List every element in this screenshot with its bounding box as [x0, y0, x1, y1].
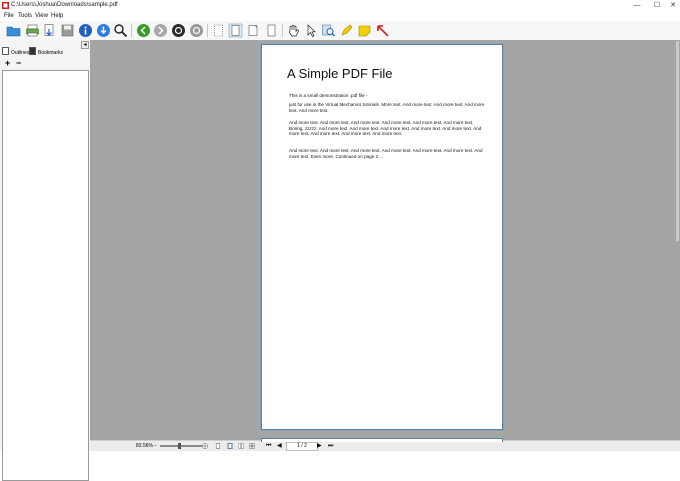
menu-tools[interactable]: Tools — [18, 11, 32, 21]
window-title: C:\Users\Joshua\Downloads\sample.pdf — [11, 2, 118, 8]
sticky-note-icon[interactable] — [357, 23, 372, 38]
zoom-tool-icon[interactable] — [321, 23, 336, 38]
status-bar: 83.56% − ⏮ ◀ 1 / 2 ▶ ⏭ — [90, 438, 680, 451]
search-icon[interactable] — [113, 23, 128, 38]
zoom-in-button[interactable] — [202, 443, 208, 449]
rotate-left-icon[interactable] — [171, 23, 186, 38]
extract-pages-icon[interactable] — [42, 23, 57, 38]
rotate-page-right-icon[interactable] — [246, 23, 261, 38]
tab-bookmarks[interactable]: Bookmarks — [29, 47, 63, 58]
print-icon[interactable] — [25, 23, 40, 38]
app-icon — [2, 2, 9, 9]
arrow-annotation-icon[interactable] — [375, 23, 390, 38]
download-icon[interactable] — [96, 23, 111, 38]
two-page-view-icon[interactable] — [238, 443, 244, 449]
info-icon[interactable] — [78, 23, 93, 38]
open-folder-icon[interactable] — [6, 23, 21, 38]
forward-icon[interactable] — [153, 23, 168, 38]
document-viewer[interactable]: A Simple PDF File This is a small demons… — [90, 40, 680, 440]
page-icon[interactable] — [264, 23, 279, 38]
back-icon[interactable] — [136, 23, 151, 38]
bookmark-icon — [29, 47, 36, 55]
document-paragraph: And more text. And more text. And more t… — [289, 120, 482, 137]
document-paragraph: just for use in the Virtual Mechanics tu… — [289, 102, 485, 113]
vertical-scrollbar[interactable] — [676, 41, 679, 241]
pdf-page: A Simple PDF File This is a small demons… — [261, 44, 503, 430]
outline-tree[interactable] — [2, 70, 89, 481]
facing-view-icon[interactable] — [249, 443, 255, 449]
toolbar-separator — [207, 24, 208, 37]
collapse-panel-button[interactable]: ◂ — [81, 41, 89, 49]
outline-icon — [2, 47, 9, 55]
close-button[interactable]: ✕ — [662, 0, 680, 11]
toolbar — [0, 21, 680, 41]
tab-bookmarks-label: Bookmarks — [38, 50, 64, 56]
zoom-slider-handle[interactable] — [178, 443, 181, 449]
document-paragraph: And more text. And more text. And more t… — [289, 148, 483, 159]
crop-icon[interactable] — [211, 23, 226, 38]
menu-bar: File Tools View Help — [0, 11, 680, 21]
title-bar: C:\Users\Joshua\Downloads\sample.pdf — ☐… — [0, 0, 680, 11]
toolbar-separator — [282, 24, 283, 37]
single-page-view-icon[interactable] — [215, 443, 221, 449]
left-panel: ◂ Outlines Bookmarks + − — [0, 40, 90, 481]
continuous-view-icon[interactable] — [227, 443, 233, 449]
rotate-page-left-icon[interactable] — [228, 23, 243, 38]
menu-help[interactable]: Help — [51, 11, 63, 21]
rotate-right-icon[interactable] — [189, 23, 204, 38]
document-paragraph: This is a small demonstration .pdf file … — [289, 93, 368, 98]
tab-outlines-label: Outlines — [11, 50, 30, 56]
highlight-icon[interactable] — [339, 23, 354, 38]
add-outline-button[interactable]: + — [5, 58, 10, 68]
toolbar-separator — [131, 24, 132, 37]
tab-outlines[interactable]: Outlines — [2, 47, 29, 58]
minimize-button[interactable]: — — [626, 0, 648, 11]
hand-tool-icon[interactable] — [286, 23, 301, 38]
document-heading: A Simple PDF File — [287, 66, 393, 81]
remove-outline-button[interactable]: − — [16, 58, 21, 68]
menu-view[interactable]: View — [35, 11, 48, 21]
select-tool-icon[interactable] — [304, 23, 319, 38]
save-icon[interactable] — [60, 23, 75, 38]
zoom-slider[interactable] — [160, 445, 206, 447]
menu-file[interactable]: File — [4, 11, 14, 21]
